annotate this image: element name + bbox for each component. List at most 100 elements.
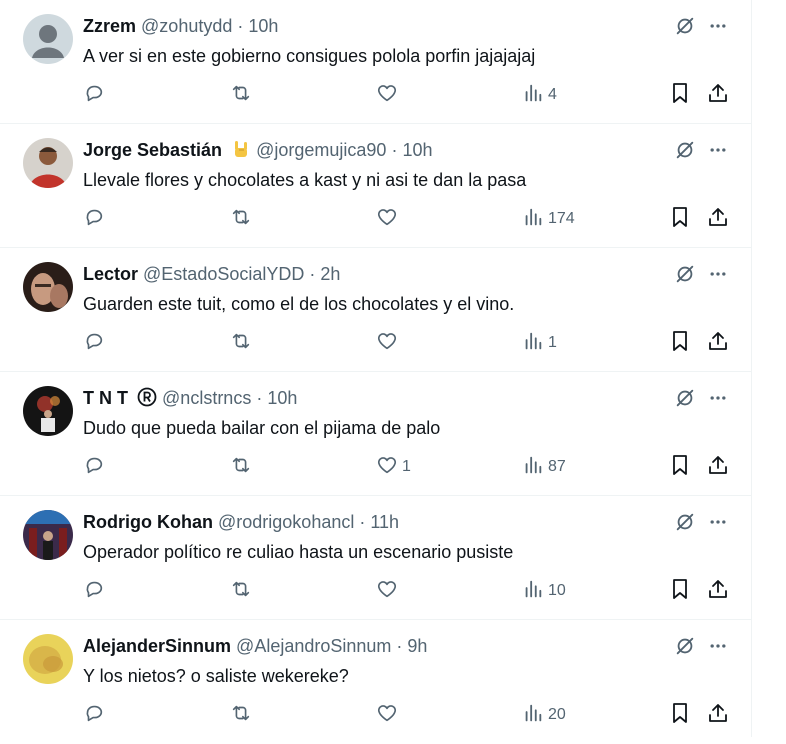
timestamp[interactable]: 10h: [248, 16, 278, 36]
repost-icon: [229, 578, 253, 605]
views-button[interactable]: 20: [522, 700, 566, 730]
reply-button[interactable]: [83, 80, 109, 110]
share-button[interactable]: [706, 576, 730, 606]
replies-feed: Zzrem @zohutydd · 10h A ver si en este gob…: [0, 0, 752, 737]
bookmark-button[interactable]: [668, 700, 692, 730]
reply-button[interactable]: [83, 204, 109, 234]
views-chart-icon: [522, 82, 544, 109]
repost-button[interactable]: [229, 80, 257, 110]
more-options-icon[interactable]: [704, 384, 732, 412]
reply-text: Guarden este tuit, como el de los chocol…: [83, 294, 515, 314]
avatar[interactable]: [23, 14, 73, 64]
repost-button[interactable]: [229, 700, 257, 730]
reply-text: Dudo que pueda bailar con el pijama de p…: [83, 418, 441, 438]
heart-icon: [376, 578, 398, 605]
share-button[interactable]: [706, 452, 730, 482]
reply-icon: [83, 578, 105, 605]
reply-button[interactable]: [83, 328, 109, 358]
share-button[interactable]: [706, 700, 730, 730]
like-button[interactable]: 1: [376, 452, 411, 482]
reply-item[interactable]: Rodrigo Kohan @rodrigokohancl · 11h Operad…: [0, 496, 751, 620]
timestamp[interactable]: 10h: [402, 140, 432, 160]
display-name[interactable]: Lector: [83, 264, 138, 284]
grok-icon[interactable]: [671, 632, 699, 660]
separator-dot: ·: [359, 512, 366, 532]
reply-header: AlejanderSinnum @AlejandroSinnum · 9h: [83, 635, 427, 657]
grok-icon[interactable]: [671, 260, 699, 288]
avatar[interactable]: [23, 634, 73, 684]
heart-icon: [376, 206, 398, 233]
reply-header: Rodrigo Kohan @rodrigokohancl · 11h: [83, 511, 399, 533]
timestamp[interactable]: 11h: [370, 512, 399, 532]
reply-item[interactable]: T N T @nclstrncs · 10h Dudo que pueda bail…: [0, 372, 751, 496]
user-handle[interactable]: @AlejandroSinnum: [236, 636, 391, 656]
more-options-icon[interactable]: [704, 632, 732, 660]
reply-header: Zzrem @zohutydd · 10h: [83, 15, 278, 37]
share-button[interactable]: [706, 80, 730, 110]
user-handle[interactable]: @rodrigokohancl: [218, 512, 354, 532]
timestamp[interactable]: 10h: [267, 388, 297, 408]
repost-button[interactable]: [229, 328, 257, 358]
avatar[interactable]: [23, 262, 73, 312]
views-button[interactable]: 174: [522, 204, 575, 234]
user-handle[interactable]: @EstadoSocialYDD: [143, 264, 304, 284]
share-button[interactable]: [706, 204, 730, 234]
like-button[interactable]: [376, 204, 402, 234]
more-options-icon[interactable]: [704, 508, 732, 536]
avatar[interactable]: [23, 138, 73, 188]
bookmark-icon: [668, 701, 692, 730]
views-chart-icon: [522, 702, 544, 729]
grok-icon[interactable]: [671, 136, 699, 164]
views-button[interactable]: 87: [522, 452, 566, 482]
reply-text: Y los nietos? o saliste wekereke?: [83, 666, 349, 686]
share-icon: [706, 81, 730, 110]
reply-button[interactable]: [83, 452, 109, 482]
bookmark-button[interactable]: [668, 204, 692, 234]
bookmark-button[interactable]: [668, 576, 692, 606]
display-name[interactable]: T N T: [83, 388, 128, 408]
bookmark-icon: [668, 453, 692, 482]
reply-item[interactable]: AlejanderSinnum @AlejandroSinnum · 9h Y lo…: [0, 620, 751, 744]
like-button[interactable]: [376, 700, 402, 730]
repost-icon: [229, 82, 253, 109]
views-button[interactable]: 10: [522, 576, 566, 606]
more-options-icon[interactable]: [704, 136, 732, 164]
user-handle[interactable]: @zohutydd: [141, 16, 232, 36]
reply-button[interactable]: [83, 576, 109, 606]
like-button[interactable]: [376, 576, 402, 606]
user-handle[interactable]: @nclstrncs: [162, 388, 251, 408]
bookmark-button[interactable]: [668, 80, 692, 110]
repost-button[interactable]: [229, 576, 257, 606]
grok-icon[interactable]: [671, 508, 699, 536]
user-handle[interactable]: @jorgemujica90: [256, 140, 386, 160]
like-button[interactable]: [376, 328, 402, 358]
timestamp[interactable]: 9h: [407, 636, 427, 656]
display-name[interactable]: AlejanderSinnum: [83, 636, 231, 656]
avatar[interactable]: [23, 510, 73, 560]
like-button[interactable]: [376, 80, 402, 110]
reply-button[interactable]: [83, 700, 109, 730]
more-options-icon[interactable]: [704, 12, 732, 40]
share-button[interactable]: [706, 328, 730, 358]
avatar[interactable]: [23, 386, 73, 436]
share-icon: [706, 205, 730, 234]
display-name[interactable]: Jorge Sebastián: [83, 140, 222, 160]
like-count: 1: [402, 458, 411, 475]
reply-item[interactable]: Jorge Sebastián @jorgemujica90 · 10h Lleva…: [0, 124, 751, 248]
registered-icon: [137, 387, 157, 412]
display-name[interactable]: Rodrigo Kohan: [83, 512, 213, 532]
bookmark-button[interactable]: [668, 328, 692, 358]
repost-button[interactable]: [229, 204, 257, 234]
bookmark-button[interactable]: [668, 452, 692, 482]
grok-icon[interactable]: [671, 12, 699, 40]
more-options-icon[interactable]: [704, 260, 732, 288]
reply-item[interactable]: Zzrem @zohutydd · 10h A ver si en este gob…: [0, 0, 751, 124]
timestamp[interactable]: 2h: [320, 264, 340, 284]
grok-icon[interactable]: [671, 384, 699, 412]
views-button[interactable]: 1: [522, 328, 557, 358]
views-button[interactable]: 4: [522, 80, 557, 110]
repost-button[interactable]: [229, 452, 257, 482]
reply-item[interactable]: Lector @EstadoSocialYDD · 2h Guarden este …: [0, 248, 751, 372]
display-name[interactable]: Zzrem: [83, 16, 136, 36]
share-icon: [706, 577, 730, 606]
